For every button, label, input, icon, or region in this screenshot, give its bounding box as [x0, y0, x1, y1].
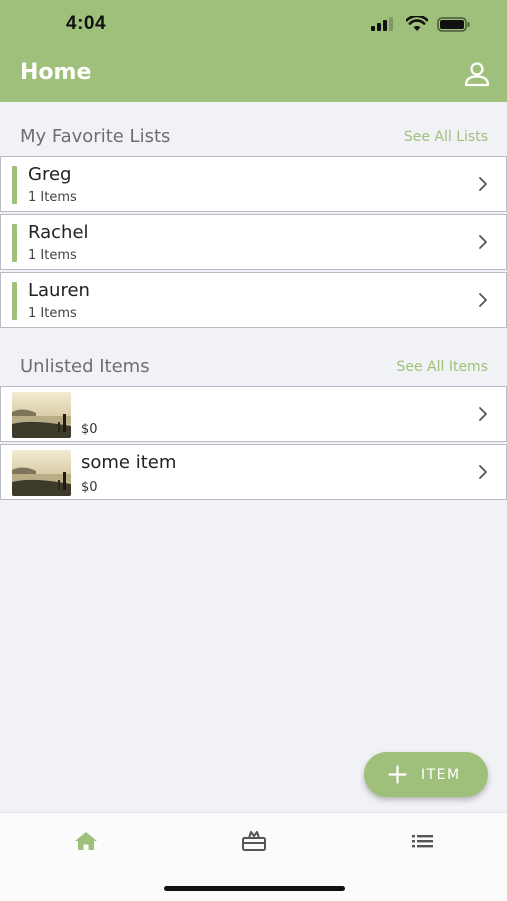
nav-bar: Home: [0, 48, 507, 102]
list-name: Greg: [28, 164, 72, 185]
unlisted-section-title: Unlisted Items: [20, 356, 150, 377]
favorite-lists: Greg 1 Items Rachel 1 Items Lauren 1 Ite…: [0, 156, 507, 330]
item-row[interactable]: $0: [0, 386, 507, 442]
list-item-count: 1 Items: [28, 306, 77, 321]
home-indicator: [164, 886, 345, 891]
favorite-list-row[interactable]: Lauren 1 Items: [0, 272, 507, 328]
plus-icon: [388, 765, 407, 784]
status-time: 4:04: [66, 13, 107, 34]
item-row[interactable]: some item $0: [0, 444, 507, 500]
unlisted-items: $0 some item $0: [0, 386, 507, 502]
favorites-section-title: My Favorite Lists: [20, 126, 171, 147]
status-icons: [371, 16, 471, 32]
add-item-button[interactable]: ITEM: [364, 752, 488, 797]
item-price: $0: [81, 422, 98, 437]
item-thumbnail: [12, 392, 71, 438]
favorite-list-row[interactable]: Rachel 1 Items: [0, 214, 507, 270]
list-name: Lauren: [28, 280, 90, 301]
chevron-right-icon: [479, 235, 487, 249]
chevron-right-icon: [479, 407, 487, 421]
chevron-right-icon: [479, 465, 487, 479]
favorite-list-row[interactable]: Greg 1 Items: [0, 156, 507, 212]
cellular-signal-icon: [371, 17, 393, 31]
row-accent-bar: [12, 166, 17, 204]
unlisted-section-header: Unlisted Items See All Items: [0, 352, 507, 382]
battery-icon: [437, 16, 470, 32]
gift-icon[interactable]: [240, 829, 268, 853]
see-all-items-link[interactable]: See All Items: [396, 359, 488, 375]
row-accent-bar: [12, 282, 17, 320]
list-icon[interactable]: [409, 829, 437, 853]
item-thumbnail: [12, 450, 71, 496]
home-icon[interactable]: [72, 829, 100, 853]
add-item-label: ITEM: [421, 767, 461, 783]
page-title: Home: [20, 60, 92, 85]
item-price: $0: [81, 480, 98, 495]
chevron-right-icon: [479, 177, 487, 191]
status-bar: 4:04: [0, 0, 507, 48]
see-all-lists-link[interactable]: See All Lists: [404, 129, 488, 145]
chevron-right-icon: [479, 293, 487, 307]
list-item-count: 1 Items: [28, 248, 77, 263]
list-name: Rachel: [28, 222, 89, 243]
row-accent-bar: [12, 224, 17, 262]
item-name: some item: [81, 452, 177, 473]
profile-icon[interactable]: [463, 60, 491, 88]
favorites-section-header: My Favorite Lists See All Lists: [0, 122, 507, 152]
wifi-icon: [406, 16, 428, 31]
list-item-count: 1 Items: [28, 190, 77, 205]
